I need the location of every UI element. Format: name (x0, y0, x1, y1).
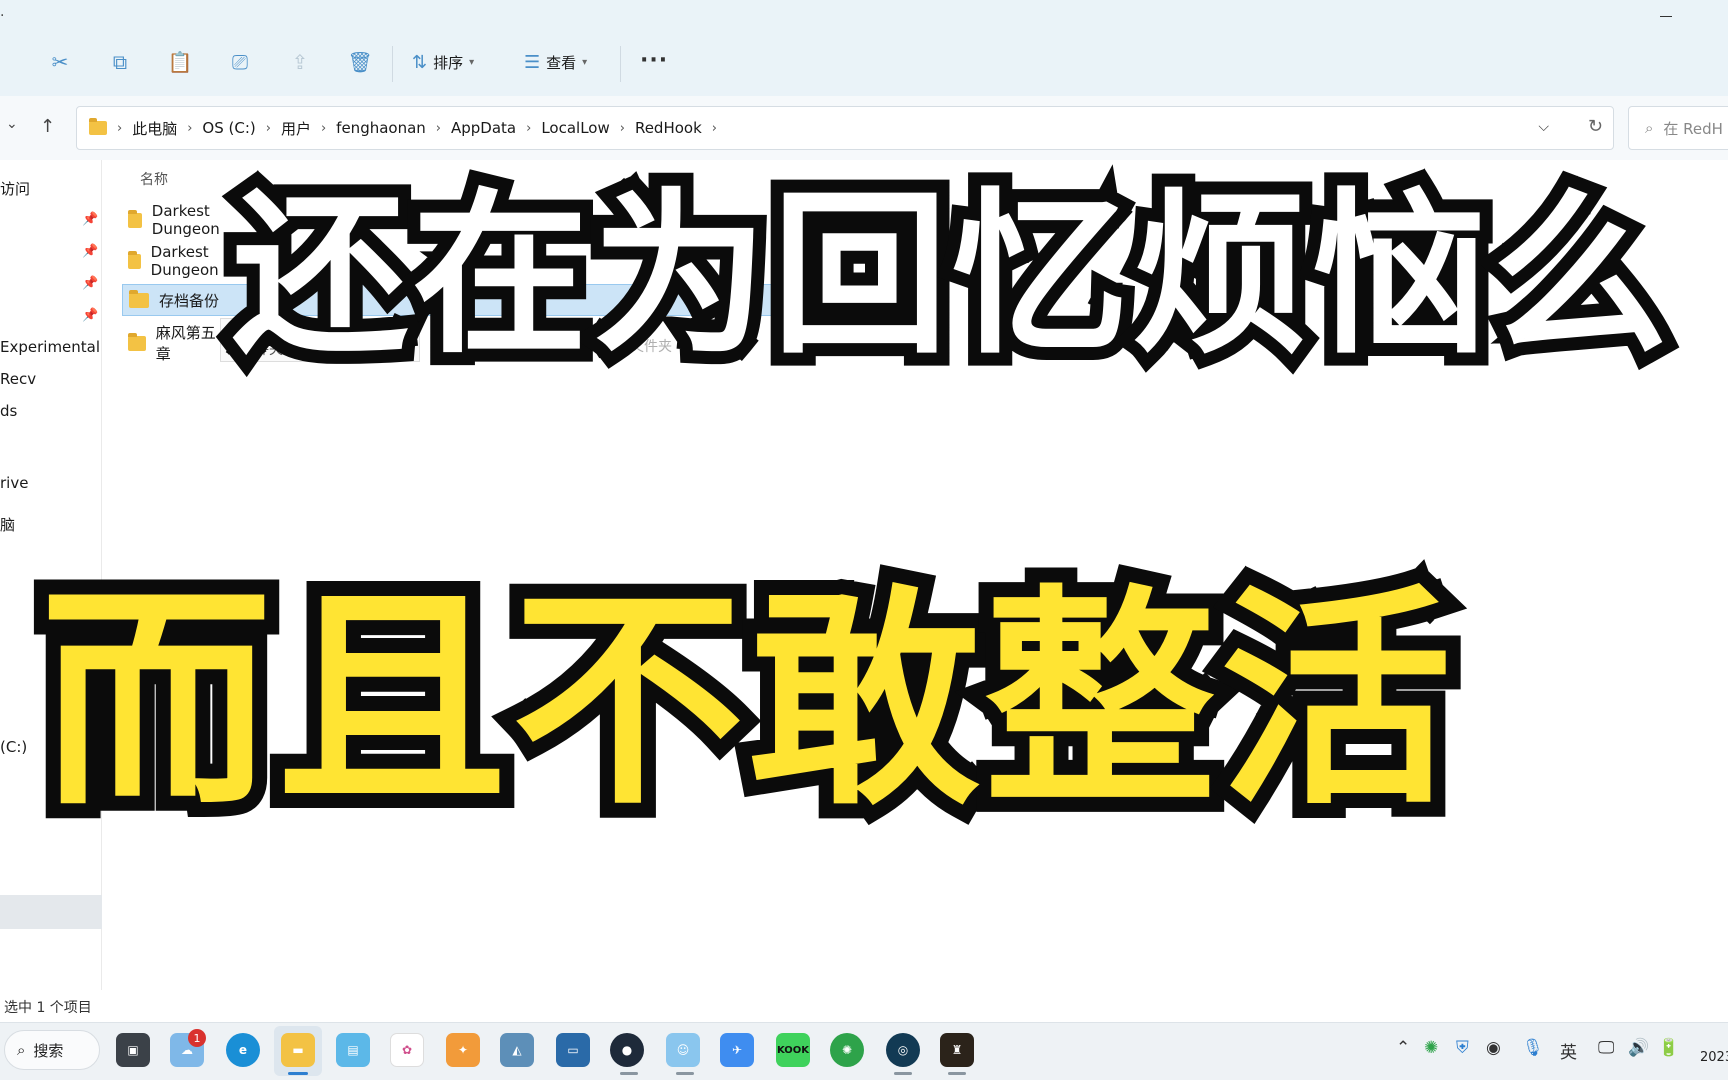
running-indicator (620, 1072, 638, 1075)
steam-icon[interactable]: ● (610, 1033, 644, 1067)
sort-button[interactable]: ⇅ 排序 ▾ (412, 52, 474, 73)
search-placeholder: 在 RedH (1663, 119, 1723, 138)
crumb-this-pc[interactable]: 此电脑 (132, 118, 177, 139)
razer-icon[interactable]: ✺ (830, 1033, 864, 1067)
folder-app-icon[interactable]: ▭ (556, 1033, 590, 1067)
pin-icon: 📌 (82, 212, 99, 227)
microphone-icon[interactable]: 🎙 (1522, 1038, 1544, 1058)
app-flower-icon[interactable]: ✿ (390, 1033, 424, 1067)
running-indicator (676, 1072, 694, 1075)
status-text: 选中 1 个项目 (4, 1000, 92, 1016)
folder-icon (129, 289, 149, 308)
game-launcher-icon[interactable]: ♜ (940, 1033, 974, 1067)
copy-icon[interactable]: ⧉ (108, 50, 132, 74)
sidebar-item-os-c[interactable]: (C:) (0, 738, 27, 756)
list-item-name: Darkest Dungeon II (150, 243, 233, 279)
network-icon[interactable]: 🖵 (1598, 1038, 1614, 1058)
running-indicator (894, 1072, 912, 1075)
column-header-name[interactable]: 名称 (140, 169, 168, 189)
game-app-icon[interactable]: ✦ (446, 1033, 480, 1067)
pin-icon: 📌 (82, 308, 99, 323)
recent-locations-icon[interactable]: ⌄ (6, 116, 18, 132)
sidebar-item-quick-access[interactable]: 访问 (0, 178, 30, 199)
caption-line-2: 而且不敢整活 (25, 551, 1467, 851)
taskbar-search[interactable]: ⌕ 搜索 (4, 1030, 100, 1070)
list-item[interactable]: 麻风第五章 (122, 324, 222, 363)
shield-icon[interactable]: ⛨ (1456, 1038, 1469, 1058)
list-item-name: 存档备份 (159, 291, 220, 310)
live-app-icon[interactable]: ☺ (666, 1033, 700, 1067)
chevron-up-icon[interactable]: ⌃ (1396, 1038, 1410, 1058)
chevron-down-icon: ▾ (582, 57, 588, 68)
toolbar-divider (620, 46, 621, 82)
task-view-icon[interactable]: ▣ (116, 1033, 150, 1067)
running-indicator (288, 1072, 308, 1075)
list-item-name: Darkest Dungeon (151, 202, 220, 238)
monitor-app-icon[interactable]: ◭ (500, 1033, 534, 1067)
view-icon: ☰ (524, 52, 541, 73)
taskbar-search-label: 搜索 (33, 1041, 64, 1060)
view-label: 查看 (546, 54, 577, 72)
clock[interactable]: 2023 (1700, 1050, 1728, 1065)
search-icon: ⌕ (17, 1041, 26, 1059)
ring-app-icon[interactable]: ◎ (886, 1033, 920, 1067)
delete-icon[interactable]: 🗑 (347, 50, 372, 74)
share-icon[interactable]: ⇪ (288, 50, 312, 74)
toolbar-divider (392, 46, 393, 82)
up-arrow-icon[interactable]: ↑ (40, 116, 55, 137)
chevron-down-icon: ▾ (469, 57, 475, 68)
sidebar-item-recv[interactable]: Recv (0, 370, 36, 388)
razer-tray-icon[interactable]: ✺ (1424, 1038, 1438, 1058)
sort-icon: ⇅ (412, 52, 428, 73)
bilibili-icon[interactable]: ▤ (336, 1033, 370, 1067)
list-item-name: 麻风第五章 (155, 324, 216, 363)
minimize-button[interactable] (1656, 6, 1676, 26)
sidebar-item-experimental[interactable]: Experimental (0, 338, 100, 356)
pin-icon: 📌 (82, 244, 99, 259)
rename-icon[interactable]: ⎚ (228, 50, 252, 74)
title-bar (0, 0, 1728, 96)
caption-line-1: 还在为回忆烦恼么 (219, 160, 1681, 391)
kook-icon[interactable]: KOOK (776, 1033, 810, 1067)
view-button[interactable]: ☰ 查看 ▾ (524, 52, 587, 73)
folder-icon (89, 118, 107, 135)
cut-icon[interactable]: ✂ (48, 50, 72, 74)
more-options-button[interactable]: ··· (640, 48, 668, 73)
folder-icon (128, 209, 142, 228)
steam-tray-icon[interactable]: ◉ (1486, 1038, 1501, 1058)
sidebar-item-downloads[interactable]: ds (0, 402, 17, 420)
file-explorer-icon[interactable]: ▬ (281, 1033, 315, 1067)
folder-icon (128, 250, 141, 269)
edge-icon[interactable]: e (226, 1033, 260, 1067)
volume-icon[interactable]: 🔊 (1628, 1038, 1649, 1058)
list-item[interactable]: Darkest Dungeon II (122, 243, 242, 279)
ime-indicator[interactable]: 英 (1560, 1038, 1577, 1063)
sidebar-item-this-pc[interactable]: 脑 (0, 514, 15, 535)
sidebar-selection-highlight (0, 895, 102, 929)
weather-badge: 1 (188, 1029, 206, 1047)
battery-icon[interactable]: 🔋 (1658, 1038, 1679, 1058)
window-menu-icon[interactable]: · (0, 8, 4, 24)
running-indicator (948, 1072, 966, 1075)
list-item[interactable]: Darkest Dungeon (122, 202, 242, 238)
paste-icon[interactable]: 📋 (168, 50, 193, 74)
sidebar-item-onedrive[interactable]: rive (0, 474, 28, 492)
sort-label: 排序 (433, 54, 464, 72)
pin-icon: 📌 (82, 276, 99, 291)
feishu-icon[interactable]: ✈ (720, 1033, 754, 1067)
folder-icon (128, 332, 146, 351)
